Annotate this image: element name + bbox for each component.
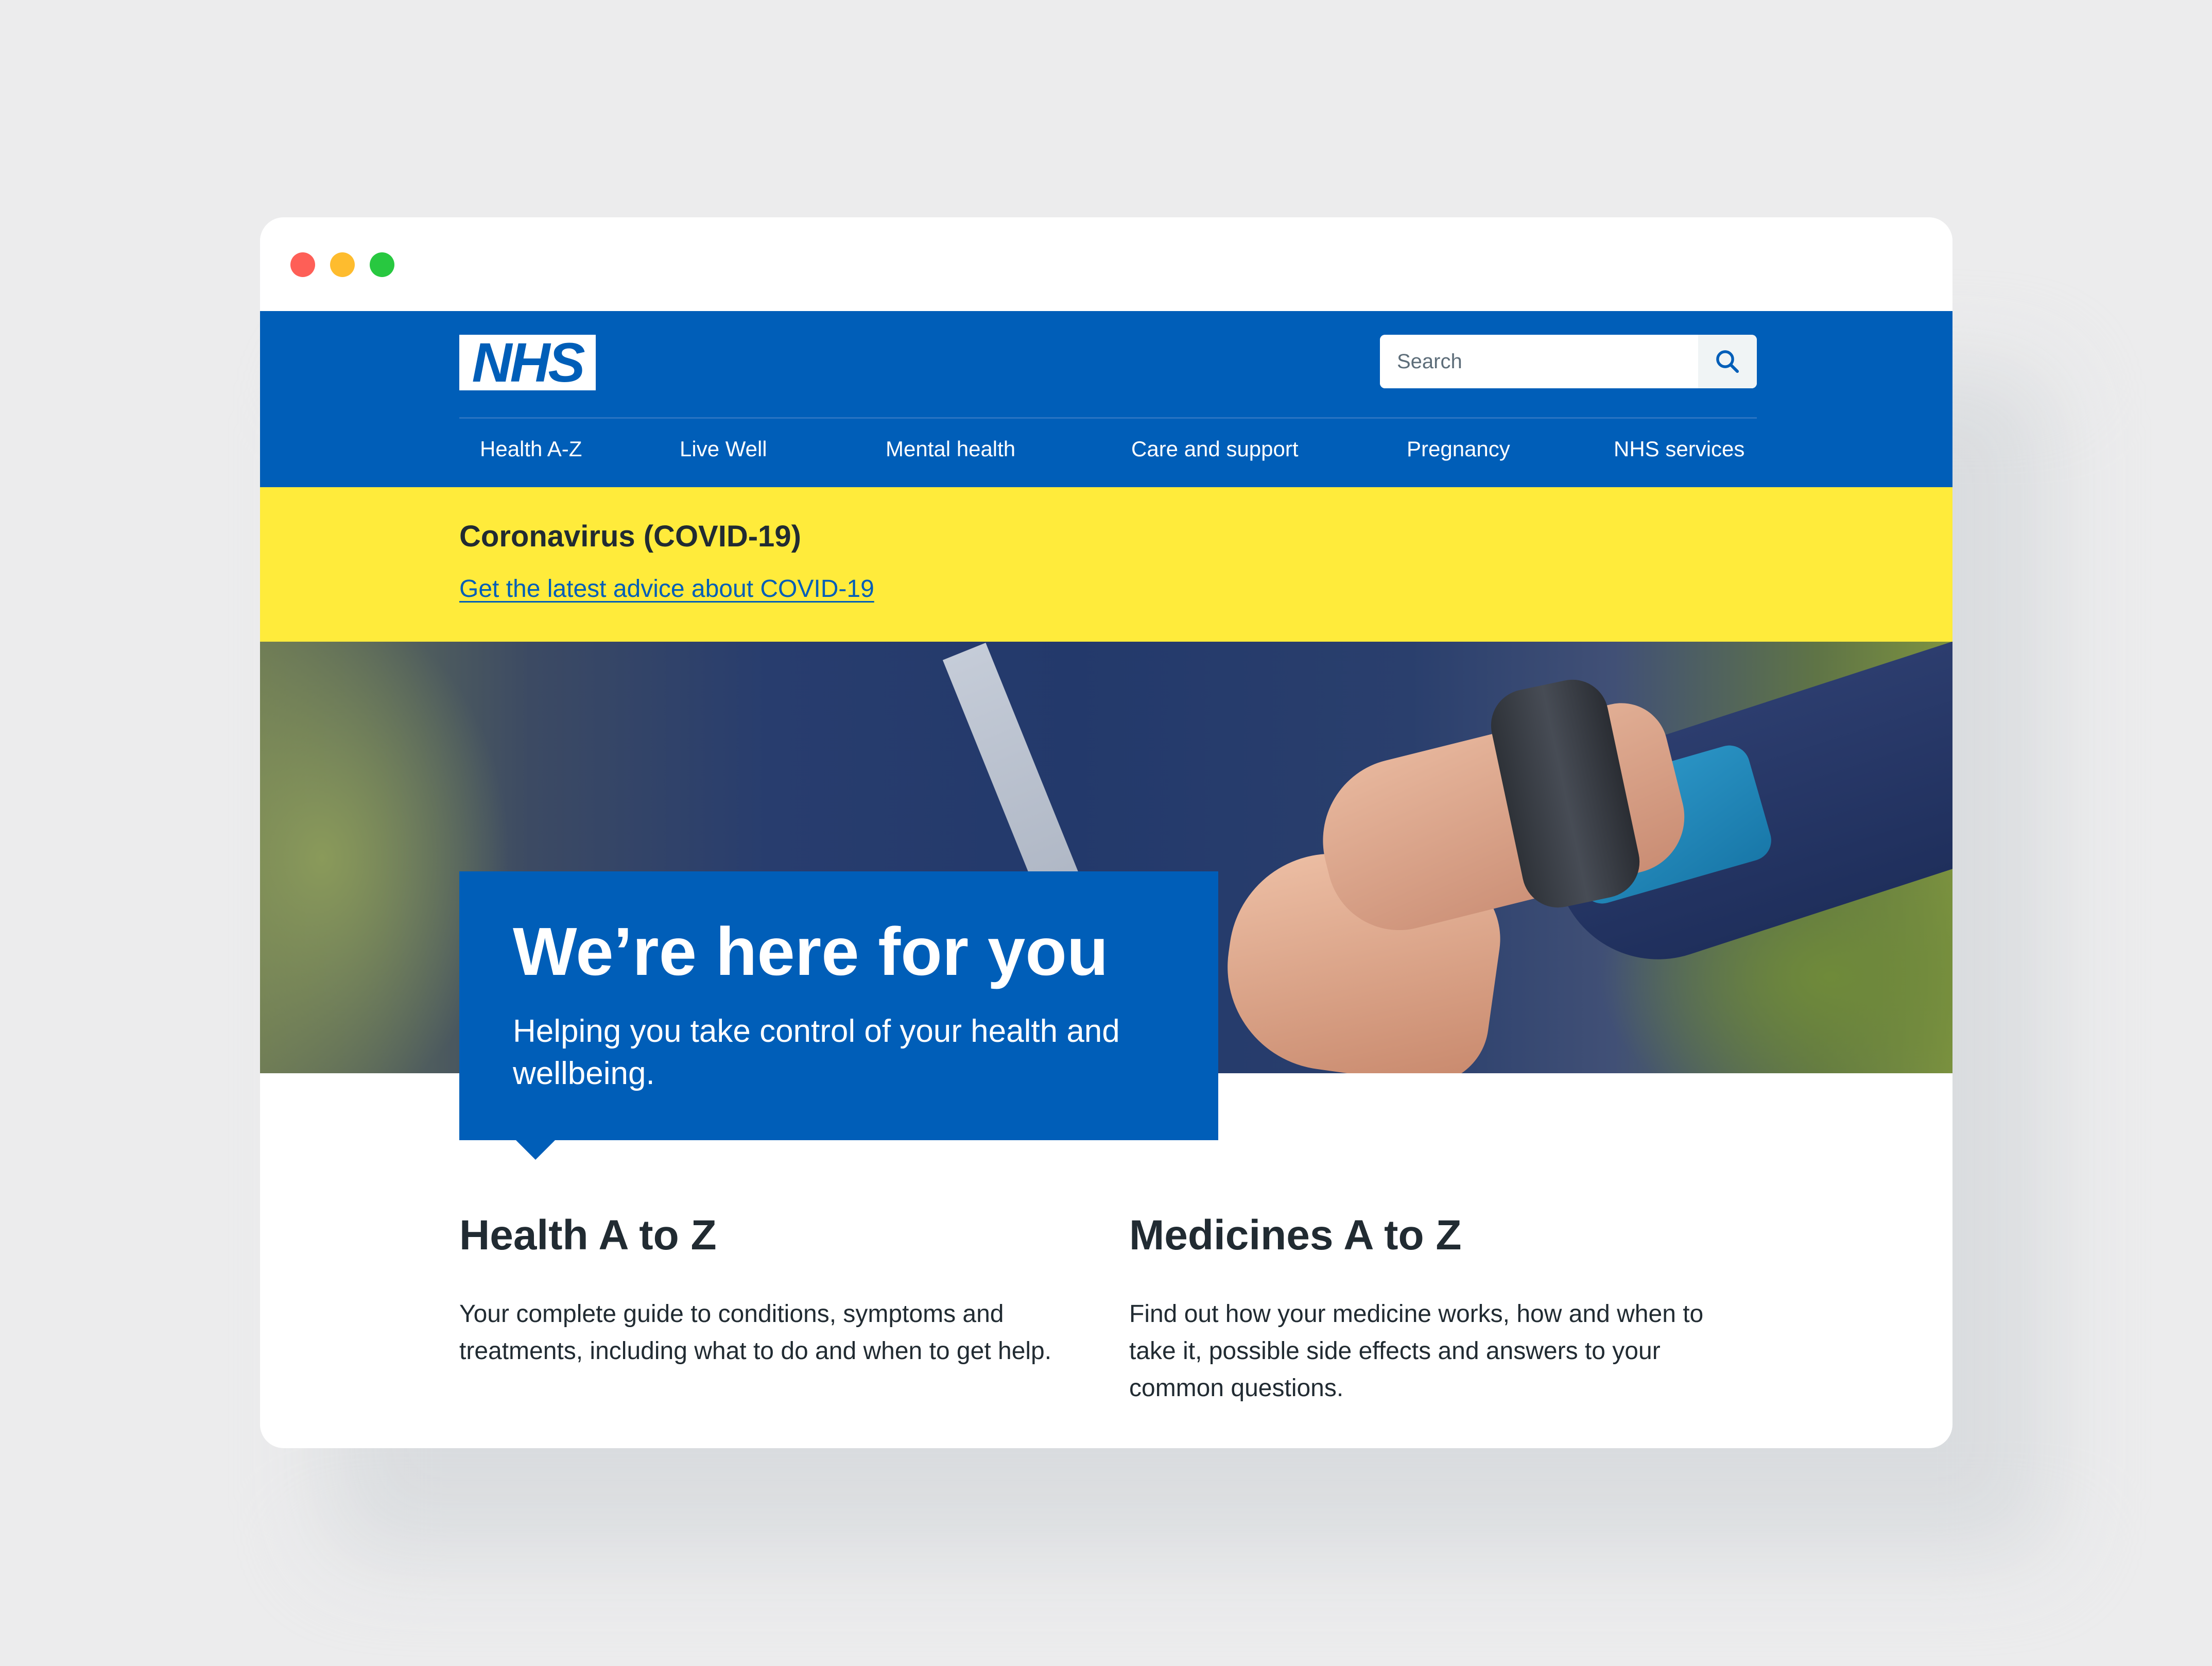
- minimize-window-button[interactable]: [330, 252, 355, 277]
- main-navigation: Health A-Z Live Well Mental health Care …: [459, 424, 1757, 476]
- nhs-logo[interactable]: NHS: [459, 335, 596, 390]
- nav-item-nhs-services[interactable]: NHS services: [1614, 437, 1744, 461]
- search-button[interactable]: [1698, 335, 1757, 388]
- alert-title: Coronavirus (COVID-19): [459, 520, 801, 553]
- search-input[interactable]: [1380, 335, 1698, 388]
- covid-alert-banner: Coronavirus (COVID-19) Get the latest ad…: [260, 487, 1952, 642]
- browser-window: NHS Health A-Z Live Well Mental health C…: [260, 217, 1952, 1448]
- nav-divider: [459, 417, 1757, 419]
- search-icon: [1716, 350, 1739, 373]
- medicines-a-z-link[interactable]: Medicines A to Z: [1129, 1211, 1747, 1260]
- nav-item-pregnancy[interactable]: Pregnancy: [1407, 437, 1510, 461]
- nav-item-live-well[interactable]: Live Well: [680, 437, 767, 461]
- covid-advice-link[interactable]: Get the latest advice about COVID-19: [459, 575, 874, 603]
- medicines-a-z-card: Medicines A to Z Find out how your medic…: [1129, 1211, 1747, 1407]
- hero-callout: We’re here for you Helping you take cont…: [459, 871, 1218, 1160]
- site-header: NHS Health A-Z Live Well Mental health C…: [260, 311, 1952, 487]
- health-a-z-card: Health A to Z Your complete guide to con…: [459, 1211, 1077, 1370]
- nav-item-mental-health[interactable]: Mental health: [886, 437, 1015, 461]
- window-titlebar: [260, 217, 1952, 311]
- search-box: [1380, 335, 1757, 388]
- hero-subtitle: Helping you take control of your health …: [513, 1014, 1120, 1091]
- close-window-button[interactable]: [290, 252, 315, 277]
- nhs-logo-text: NHS: [472, 331, 585, 393]
- medicines-a-z-description: Find out how your medicine works, how an…: [1129, 1300, 1704, 1402]
- hero-title: We’re here for you: [513, 914, 1109, 989]
- maximize-window-button[interactable]: [370, 252, 394, 277]
- nav-item-health-a-z[interactable]: Health A-Z: [480, 437, 582, 461]
- nav-item-care-and-support[interactable]: Care and support: [1131, 437, 1299, 461]
- health-a-z-link[interactable]: Health A to Z: [459, 1211, 1077, 1260]
- health-a-z-description: Your complete guide to conditions, sympt…: [459, 1300, 1052, 1365]
